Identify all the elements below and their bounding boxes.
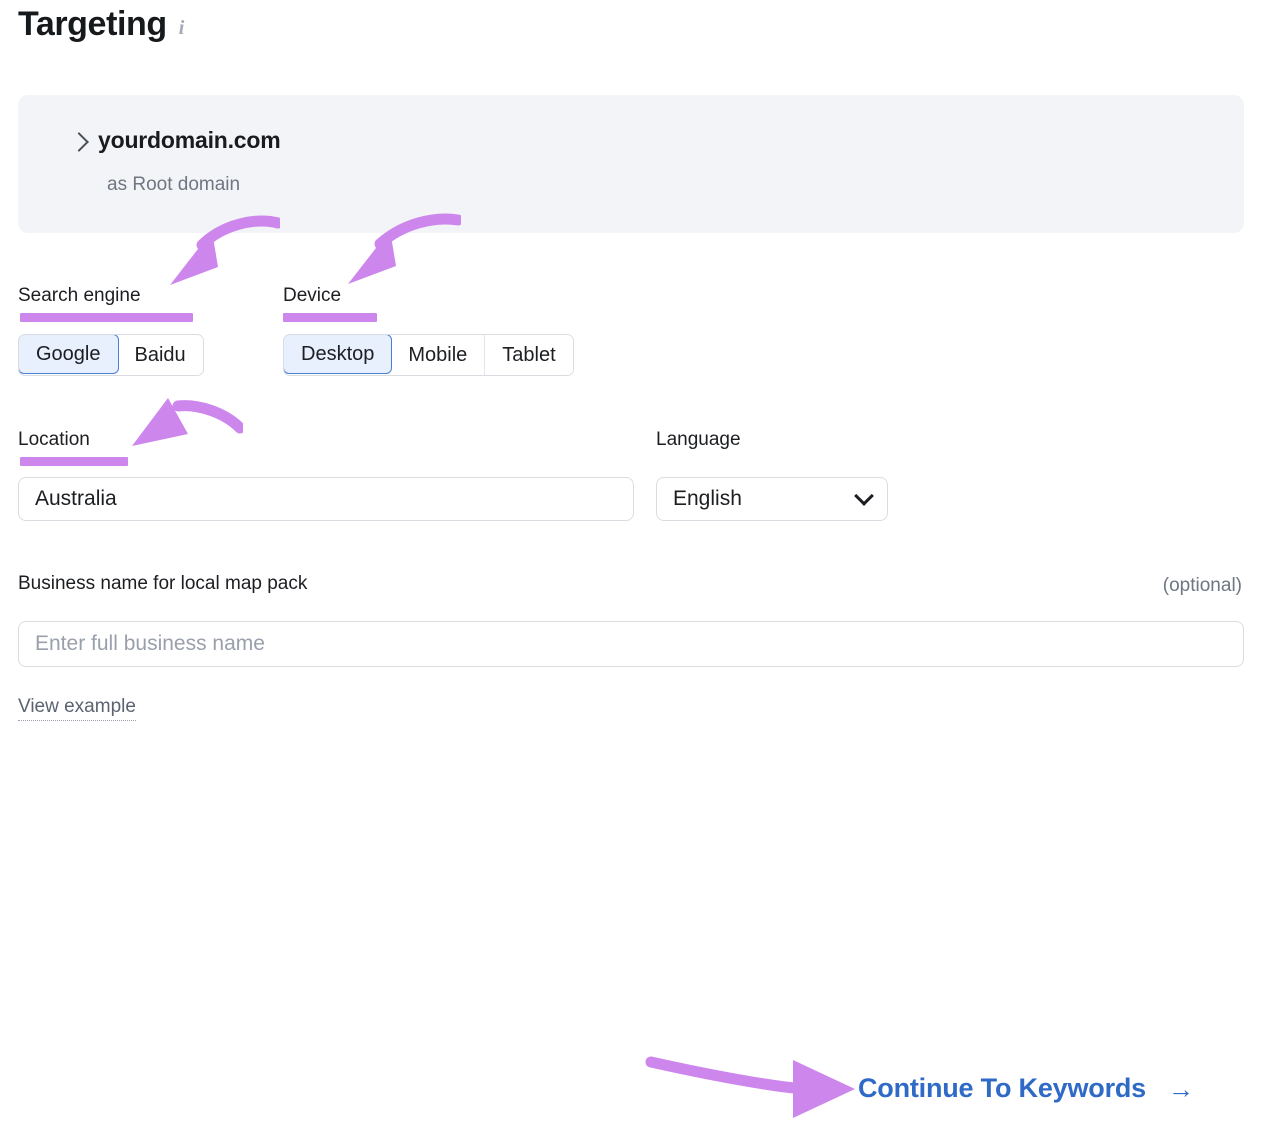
domain-name: yourdomain.com (98, 127, 281, 154)
device-option-mobile[interactable]: Mobile (391, 335, 485, 375)
location-input[interactable] (18, 477, 634, 521)
business-name-optional-label: (optional) (1163, 575, 1242, 597)
device-label: Device (283, 285, 341, 307)
search-engine-group[interactable]: Google Baidu (18, 334, 204, 376)
location-highlight (20, 457, 128, 466)
annotation-arrow-location (118, 398, 243, 458)
domain-scope-label: as Root domain (107, 174, 240, 196)
view-example-link[interactable]: View example (18, 696, 136, 721)
page-title-row: Targeting i (18, 6, 184, 43)
device-highlight (283, 313, 377, 322)
search-engine-option-baidu[interactable]: Baidu (118, 335, 203, 375)
domain-header[interactable]: yourdomain.com (72, 127, 281, 154)
info-icon[interactable]: i (179, 18, 185, 38)
page-title: Targeting (18, 6, 167, 43)
search-engine-label: Search engine (18, 285, 141, 307)
business-name-input[interactable] (18, 621, 1244, 667)
annotation-arrow-continue (645, 1050, 860, 1130)
location-label: Location (18, 429, 90, 451)
arrow-right-icon: → (1168, 1076, 1194, 1102)
language-select[interactable]: English (656, 477, 888, 521)
chevron-down-icon[interactable] (854, 486, 874, 506)
business-name-label: Business name for local map pack (18, 573, 307, 595)
domain-card: yourdomain.com as Root domain (18, 95, 1244, 233)
device-option-tablet[interactable]: Tablet (485, 335, 572, 375)
continue-to-keywords-link[interactable]: Continue To Keywords → (858, 1073, 1194, 1104)
language-label: Language (656, 429, 741, 451)
search-engine-option-google[interactable]: Google (18, 334, 119, 374)
search-engine-highlight (20, 313, 193, 322)
continue-to-keywords-label: Continue To Keywords (858, 1073, 1146, 1104)
language-selected-value: English (673, 487, 742, 511)
device-option-desktop[interactable]: Desktop (283, 334, 392, 374)
device-group[interactable]: Desktop Mobile Tablet (283, 334, 574, 376)
chevron-right-icon[interactable] (69, 132, 89, 152)
